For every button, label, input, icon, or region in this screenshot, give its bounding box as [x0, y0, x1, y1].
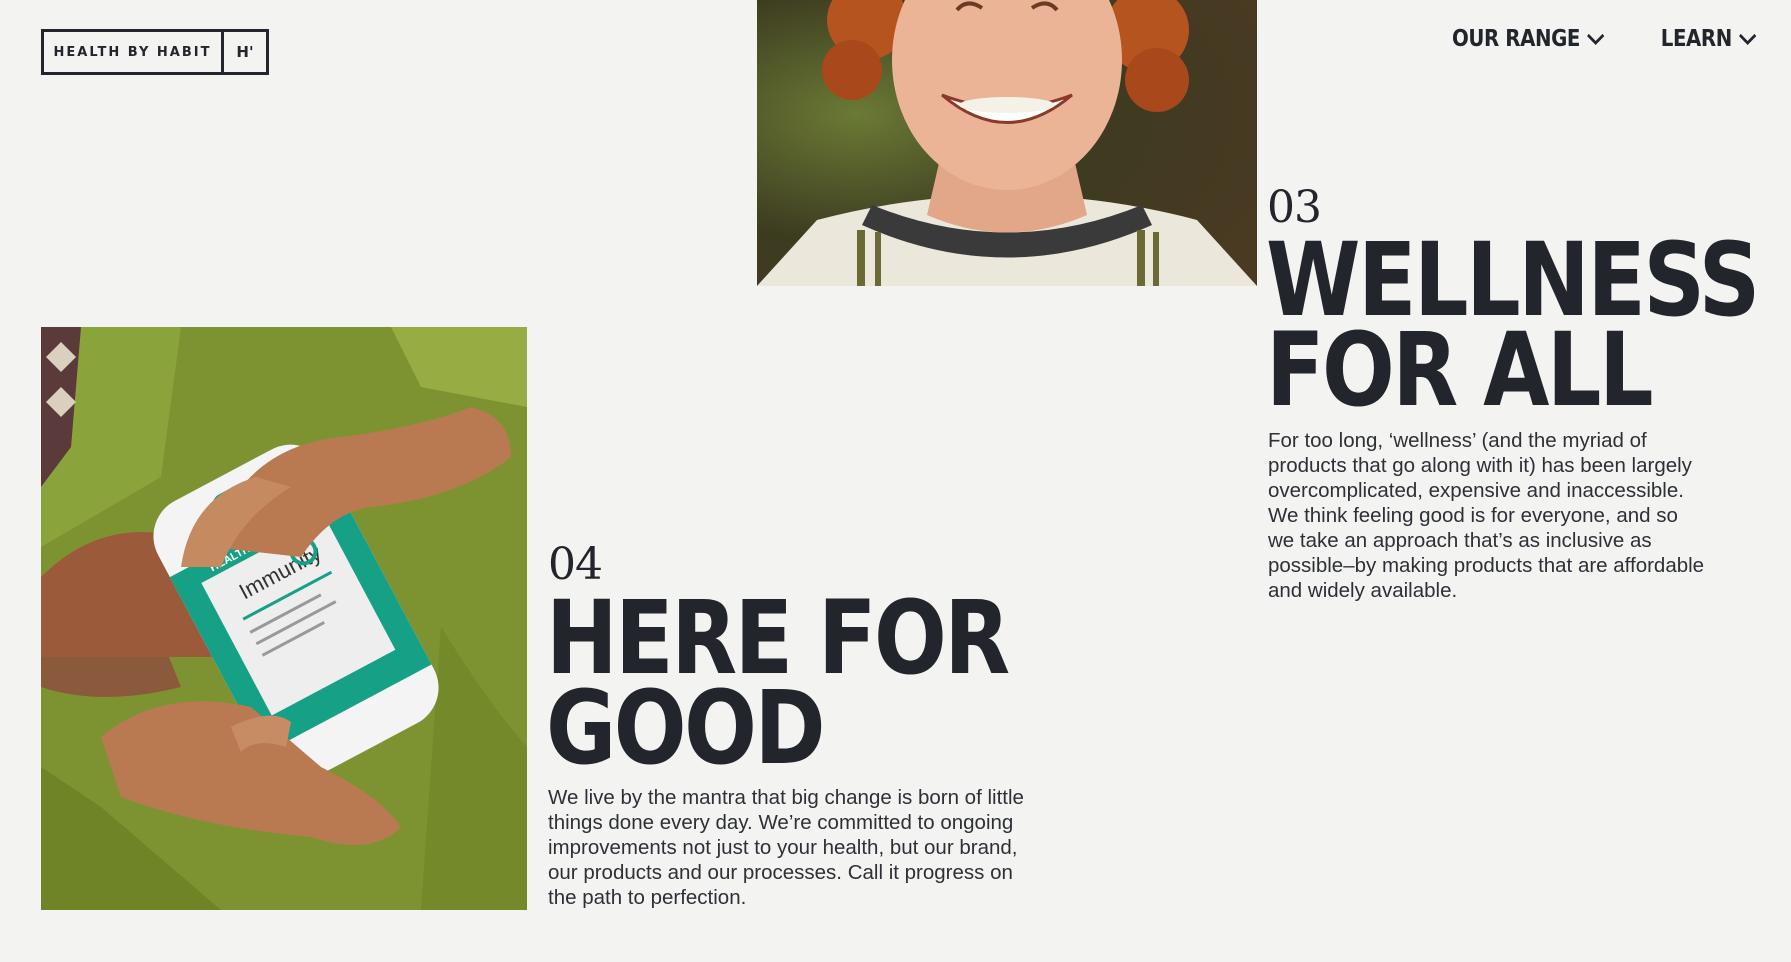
section-body-here-for-good: We live by the mantra that big change is… [548, 786, 1024, 909]
logo-wordmark: HEALTH BY HABIT [44, 32, 224, 72]
photo-smiling-person [757, 0, 1257, 286]
section-body-wellness: For too long, ‘wellness’ (and the myriad… [1268, 429, 1705, 602]
chevron-down-icon [1739, 33, 1757, 46]
main-nav: OUR RANGE LEARN [1427, 26, 1758, 52]
photo-product-immunity: Immunity HEALTH BY HABIT [41, 327, 527, 910]
brand-logo[interactable]: HEALTH BY HABIT H' [41, 29, 269, 75]
section-heading-wellness: WELLNESS FOR ALL [1266, 221, 1760, 430]
nav-learn-label: LEARN [1661, 26, 1733, 52]
portrait-illustration [757, 0, 1257, 286]
nav-our-range[interactable]: OUR RANGE [1452, 26, 1606, 52]
nav-learn[interactable]: LEARN [1661, 26, 1758, 52]
logo-mark: H' [236, 43, 254, 61]
section-heading-here-for-good: HERE FOR GOOD [546, 579, 1010, 788]
product-illustration: Immunity HEALTH BY HABIT [41, 327, 527, 910]
nav-our-range-label: OUR RANGE [1451, 26, 1580, 52]
chevron-down-icon [1586, 33, 1604, 46]
